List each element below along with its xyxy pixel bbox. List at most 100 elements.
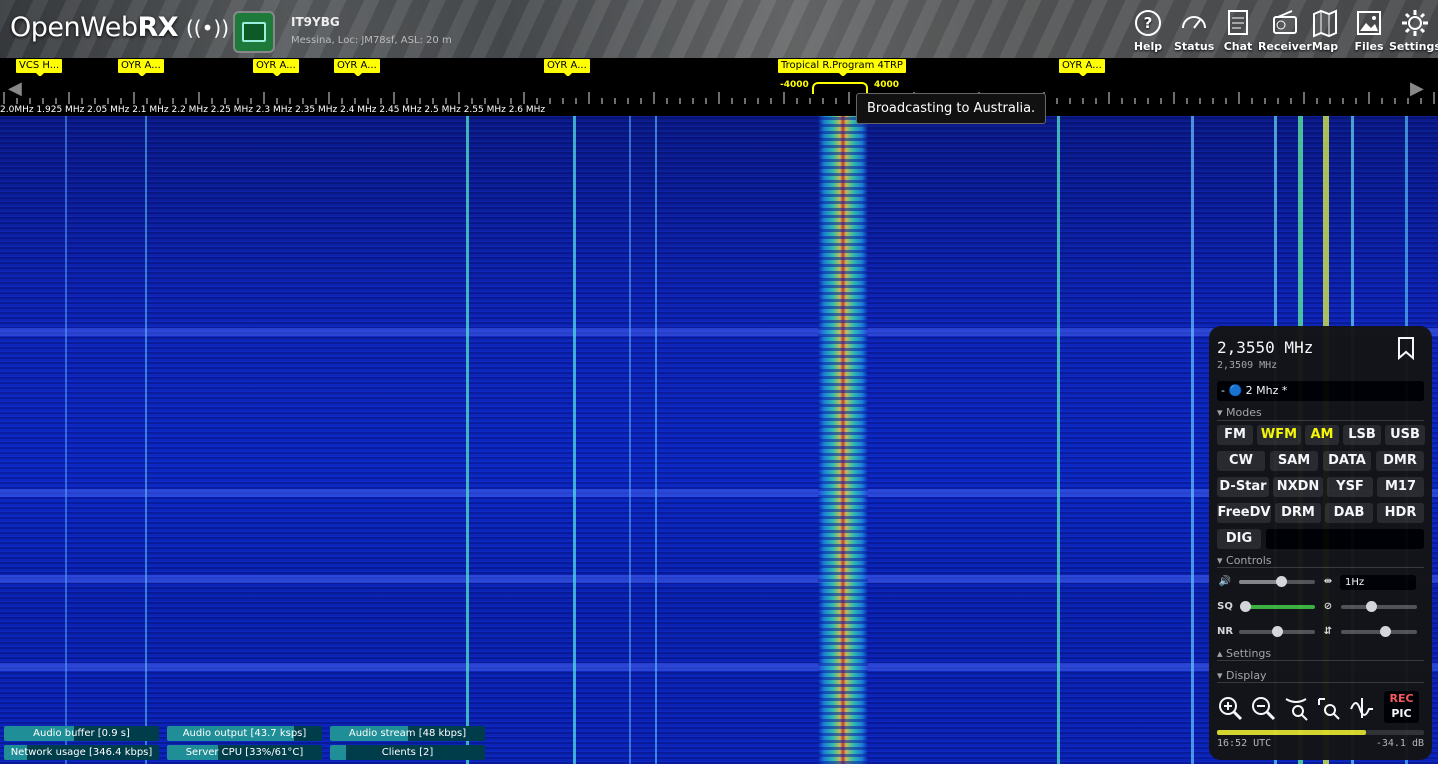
mode-drm-button[interactable]: DRM xyxy=(1275,503,1321,523)
signal-trace xyxy=(1191,116,1194,764)
mode-dig-button[interactable]: DIG xyxy=(1217,529,1261,549)
nav-map-button[interactable]: Map xyxy=(1310,8,1340,53)
passband-high-label: 4000 xyxy=(874,80,900,90)
squelch-auto-icon[interactable]: ⊘ xyxy=(1320,599,1336,615)
gauge-icon xyxy=(1182,16,1207,29)
scroll-right-arrow[interactable]: ▶ xyxy=(1410,78,1424,99)
radio-icon xyxy=(1272,10,1297,34)
squelch-label: SQ xyxy=(1217,601,1233,612)
chip-icon xyxy=(242,22,266,42)
image-icon xyxy=(1357,11,1381,35)
divider xyxy=(1217,567,1424,568)
mode-dab-button[interactable]: DAB xyxy=(1325,503,1373,523)
divider xyxy=(1217,660,1424,661)
slider-knob[interactable] xyxy=(1380,626,1392,637)
smeter-db: -34.1 dB xyxy=(1375,738,1424,749)
mode-wfm-button[interactable]: WFM xyxy=(1257,425,1301,445)
mode-usb-button[interactable]: USB xyxy=(1385,425,1425,445)
frequency-display[interactable]: 2,3550 MHz xyxy=(1217,338,1313,357)
pic-label: PIC xyxy=(1391,707,1412,720)
mode-ysf-button[interactable]: YSF xyxy=(1327,477,1373,497)
zoom-full-icon[interactable] xyxy=(1283,695,1309,721)
mode-cw-button[interactable]: CW xyxy=(1217,451,1265,471)
speaker-icon[interactable]: 🔊 xyxy=(1217,574,1233,590)
mode-freedv-button[interactable]: FreeDV xyxy=(1217,503,1271,523)
signal-trace xyxy=(145,116,147,764)
rec-label: REC xyxy=(1389,692,1414,705)
mode-fm-button[interactable]: FM xyxy=(1217,425,1253,445)
scroll-left-arrow[interactable]: ◀ xyxy=(8,78,22,99)
mode-dstar-button[interactable]: D-Star xyxy=(1217,477,1269,497)
signal-trace xyxy=(65,116,67,764)
bookmark-marker[interactable]: OYR A... xyxy=(118,59,164,77)
openwebrx-logo[interactable]: OpenWebRX xyxy=(10,12,179,43)
tuning-step-select[interactable]: 1Hz xyxy=(1340,575,1416,590)
nav-files-button[interactable]: Files xyxy=(1354,8,1384,53)
top-bar: OpenWebRX ((•)) IT9YBG Messina, Loc: JM7… xyxy=(0,0,1438,58)
profile-select[interactable]: - 🔵 2 Mhz * xyxy=(1217,381,1424,401)
mode-nxdn-button[interactable]: NXDN xyxy=(1273,477,1323,497)
mode-sam-button[interactable]: SAM xyxy=(1270,451,1318,471)
gear-icon xyxy=(1401,10,1428,36)
mode-dmr-button[interactable]: DMR xyxy=(1376,451,1424,471)
offset-frequency: 2,3509 MHz xyxy=(1217,360,1278,371)
zoom-center-icon[interactable] xyxy=(1316,695,1342,721)
bookmark-marker[interactable]: OYR A... xyxy=(334,59,380,77)
nav-status-button[interactable]: Status xyxy=(1174,8,1214,53)
mode-hdr-button[interactable]: HDR xyxy=(1377,503,1424,523)
signal-trace xyxy=(466,116,469,764)
nav-settings-button[interactable]: Settings xyxy=(1389,8,1438,53)
spectrum-icon[interactable] xyxy=(1349,695,1375,721)
agc-icon[interactable]: ⇵ xyxy=(1320,624,1336,640)
display-section-toggle[interactable]: ▾ Display xyxy=(1217,669,1267,682)
mode-lsb-button[interactable]: LSB xyxy=(1343,425,1381,445)
mode-am-button[interactable]: AM xyxy=(1305,425,1339,445)
status-clients: Clients [2] xyxy=(330,745,485,760)
digital-mode-select[interactable] xyxy=(1266,529,1424,549)
zoom-out-icon[interactable] xyxy=(1250,695,1276,721)
signal-trace xyxy=(573,116,576,764)
slider-knob[interactable] xyxy=(1366,601,1378,612)
bookmark-add-icon[interactable] xyxy=(1395,336,1417,360)
controls-section-toggle[interactable]: ▾ Controls xyxy=(1217,554,1272,567)
waterfall-level-slider[interactable] xyxy=(1341,626,1417,637)
mode-m17-button[interactable]: M17 xyxy=(1377,477,1424,497)
modes-section-toggle[interactable]: ▾ Modes xyxy=(1217,406,1262,419)
passband-low-label: -4000 xyxy=(780,80,809,90)
utc-clock: 16:52 UTC xyxy=(1217,738,1272,749)
nav-chat-button[interactable]: Chat xyxy=(1223,8,1253,53)
help-icon: ? xyxy=(1135,10,1161,36)
squelch-slider[interactable] xyxy=(1240,601,1315,612)
volume-slider[interactable] xyxy=(1239,576,1315,587)
svg-text:?: ? xyxy=(1144,14,1153,32)
nav-help-button[interactable]: ? Help xyxy=(1133,8,1163,53)
bookmark-marker[interactable]: OYR A... xyxy=(253,59,299,77)
settings-section-toggle[interactable]: ▴ Settings xyxy=(1217,647,1271,660)
status-server-cpu: Server CPU [33%/61°C] xyxy=(167,745,322,760)
receiver-location: Messina, Loc: JM78sf, ASL: 20 m xyxy=(291,35,452,46)
noise-reduction-slider[interactable] xyxy=(1239,626,1315,637)
radio-waves-icon: ((•)) xyxy=(186,16,230,40)
status-audio-buffer: Audio buffer [0.9 s] xyxy=(4,726,159,741)
nav-receiver-button[interactable]: Receiver xyxy=(1258,8,1312,53)
scale-labels: 2.0MHz 1.925 MHz 2.05 MHz 2.1 MHz 2.2 MH… xyxy=(0,105,546,115)
mode-data-button[interactable]: DATA xyxy=(1323,451,1371,471)
signal-trace xyxy=(655,116,657,764)
zoom-in-icon[interactable] xyxy=(1217,695,1243,721)
receiver-name: IT9YBG xyxy=(291,15,340,29)
audio-gain-slider[interactable] xyxy=(1341,601,1417,612)
bookmark-marker[interactable]: OYR A... xyxy=(1059,59,1105,77)
status-audio-stream: Audio stream [48 kbps] xyxy=(330,726,485,741)
record-picture-button[interactable]: REC PIC xyxy=(1384,691,1419,723)
signal-trace xyxy=(629,116,631,764)
smeter-bar xyxy=(1217,730,1424,735)
bookmark-marker[interactable]: OYR A... xyxy=(544,59,590,77)
am-carrier-trace xyxy=(818,116,868,764)
status-audio-output: Audio output [43.7 ksps] xyxy=(167,726,322,741)
signal-trace xyxy=(1057,116,1060,764)
receiver-avatar[interactable] xyxy=(233,11,275,53)
bookmark-marker[interactable]: Tropical R.Program 4TRP xyxy=(778,59,906,77)
bookmark-strip: VCS H... OYR A... OYR A... OYR A... OYR … xyxy=(0,58,1438,77)
bookmark-marker[interactable]: VCS H... xyxy=(16,59,63,77)
receiver-panel: 2,3550 MHz 2,3509 MHz - 🔵 2 Mhz * ▾ Mode… xyxy=(1209,326,1432,760)
